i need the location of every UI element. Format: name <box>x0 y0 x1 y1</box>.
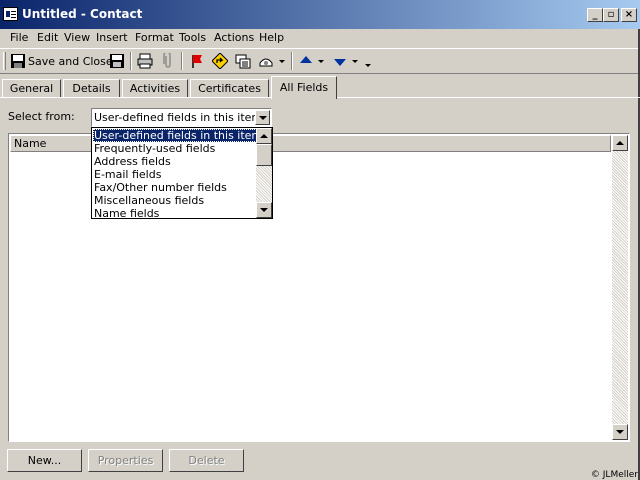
toolbar-separator <box>130 52 132 70</box>
contact-card-icon[interactable] <box>3 7 18 21</box>
close-button[interactable]: × <box>621 8 637 22</box>
tab-strip: General Details Activities Certificates … <box>0 76 640 99</box>
list-item[interactable]: User-defined fields in this item <box>93 129 257 142</box>
dial-dropdown-arrow[interactable] <box>278 53 286 69</box>
standard-toolbar: Save and Close <box>0 48 640 74</box>
menu-edit[interactable]: Edit <box>37 31 58 44</box>
properties-button[interactable]: Properties <box>88 449 163 472</box>
next-item-icon[interactable] <box>332 53 348 69</box>
toolbar-grip[interactable] <box>3 52 6 70</box>
list-item[interactable]: Miscellaneous fields <box>93 194 257 207</box>
scroll-up-arrow-icon[interactable] <box>612 135 628 151</box>
list-item[interactable]: Fax/Other number fields <box>93 181 257 194</box>
credit-watermark: © JLMeller <box>590 470 638 480</box>
save-disk-icon[interactable] <box>109 53 125 69</box>
menu-insert[interactable]: Insert <box>96 31 128 44</box>
display-map-icon[interactable] <box>212 53 228 69</box>
column-header-name-label: Name <box>14 137 47 150</box>
list-item[interactable]: Address fields <box>93 155 257 168</box>
tab-all-fields[interactable]: All Fields <box>271 76 337 99</box>
previous-dropdown-arrow[interactable] <box>317 53 325 69</box>
menu-actions[interactable]: Actions <box>214 31 254 44</box>
tab-general[interactable]: General <box>2 79 61 98</box>
dropdown-scrollbar[interactable] <box>256 128 272 218</box>
tab-details[interactable]: Details <box>63 79 120 98</box>
new-message-contact-icon[interactable] <box>235 53 251 69</box>
attach-icon[interactable] <box>160 53 176 69</box>
grid-scrollbar[interactable] <box>612 135 628 440</box>
toolbar-options-chevron-icon[interactable] <box>364 53 372 69</box>
tab-activities[interactable]: Activities <box>122 79 188 98</box>
save-and-close-button[interactable]: Save and Close <box>28 55 113 68</box>
scroll-down-arrow-icon[interactable] <box>612 424 628 440</box>
toolbar-separator <box>181 52 183 70</box>
menu-bar: File Edit View Insert Format Tools Actio… <box>0 29 640 47</box>
list-item[interactable]: E-mail fields <box>93 168 257 181</box>
menu-view[interactable]: View <box>64 31 90 44</box>
save-icon[interactable] <box>10 53 26 69</box>
menu-file[interactable]: File <box>10 31 28 44</box>
select-from-label: Select from: <box>8 110 75 123</box>
select-from-combobox[interactable]: User-defined fields in this item <box>91 108 272 127</box>
previous-item-icon[interactable] <box>298 53 314 69</box>
tab-certificates[interactable]: Certificates <box>190 79 269 98</box>
maximize-button[interactable]: ▫ <box>603 8 619 22</box>
window-title: Untitled - Contact <box>22 7 143 21</box>
next-dropdown-arrow[interactable] <box>351 53 359 69</box>
scroll-up-arrow-icon[interactable] <box>256 128 272 144</box>
combo-dropdown-arrow-icon[interactable] <box>255 110 270 125</box>
menu-tools[interactable]: Tools <box>179 31 206 44</box>
menu-help[interactable]: Help <box>259 31 284 44</box>
delete-button[interactable]: Delete <box>169 449 244 472</box>
follow-up-flag-icon[interactable] <box>189 53 205 69</box>
minimize-button[interactable]: _ <box>587 8 603 22</box>
title-bar: Untitled - Contact _ ▫ × <box>0 0 640 29</box>
select-from-dropdown-list[interactable]: User-defined fields in this item Frequen… <box>91 127 273 220</box>
scroll-down-arrow-icon[interactable] <box>256 202 272 218</box>
select-from-value: User-defined fields in this item <box>94 111 263 124</box>
new-field-button[interactable]: New... <box>7 449 82 472</box>
menu-format[interactable]: Format <box>135 31 174 44</box>
toolbar-separator <box>291 52 293 70</box>
print-icon[interactable] <box>137 53 153 69</box>
list-item[interactable]: Frequently-used fields <box>93 142 257 155</box>
list-item[interactable]: Name fields <box>93 207 257 220</box>
scroll-thumb[interactable] <box>256 144 272 166</box>
dial-phone-icon[interactable] <box>258 53 274 69</box>
